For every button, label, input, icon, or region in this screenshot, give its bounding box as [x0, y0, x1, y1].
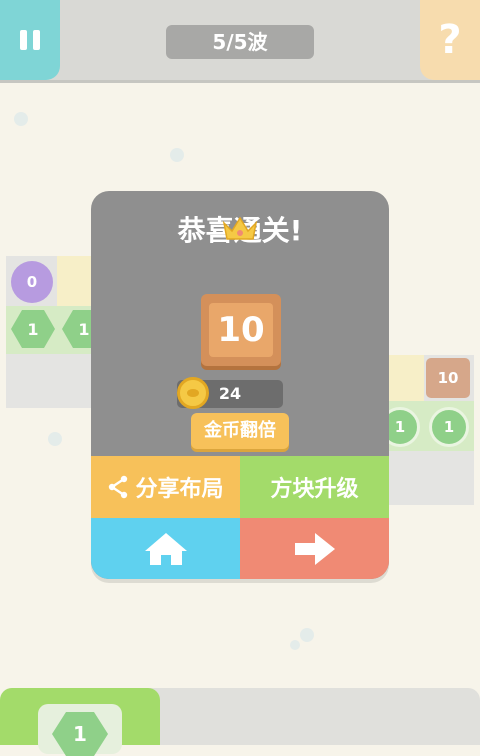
arrow-right-icon: [294, 532, 335, 565]
coin-icon: [177, 377, 209, 409]
bg-dot: [290, 640, 300, 650]
bg-dot: [48, 432, 62, 446]
help-icon: ?: [438, 17, 462, 63]
purple-ball[interactable]: 0: [11, 261, 53, 303]
wave-counter: 5/5波: [166, 25, 314, 59]
number-tile[interactable]: 10: [426, 358, 470, 398]
level-complete-dialog: 恭喜通关! 10 24 金币翻倍 分享布局 方块升级: [91, 191, 389, 579]
pause-button[interactable]: [0, 0, 60, 80]
share-icon: [109, 475, 128, 499]
bubble-block[interactable]: 1: [429, 407, 469, 447]
double-coins-button[interactable]: 金币翻倍: [191, 413, 289, 449]
bg-dot: [300, 628, 314, 642]
share-layout-button[interactable]: 分享布局: [91, 456, 240, 518]
bg-dot: [170, 148, 184, 162]
pause-icon: [17, 30, 43, 50]
board-cell: [57, 256, 92, 306]
share-label: 分享布局: [135, 477, 224, 502]
upgrade-label: 方块升级: [270, 477, 359, 502]
upgrade-blocks-button[interactable]: 方块升级: [240, 456, 389, 518]
home-icon: [144, 532, 187, 565]
bg-dot: [14, 112, 28, 126]
crown-icon: [222, 216, 258, 240]
level-number: 10: [209, 303, 273, 357]
level-tile: 10: [201, 294, 281, 366]
help-button[interactable]: ?: [420, 0, 480, 80]
home-button[interactable]: [91, 518, 240, 579]
board-cell: [388, 355, 424, 401]
next-level-button[interactable]: [240, 518, 389, 579]
